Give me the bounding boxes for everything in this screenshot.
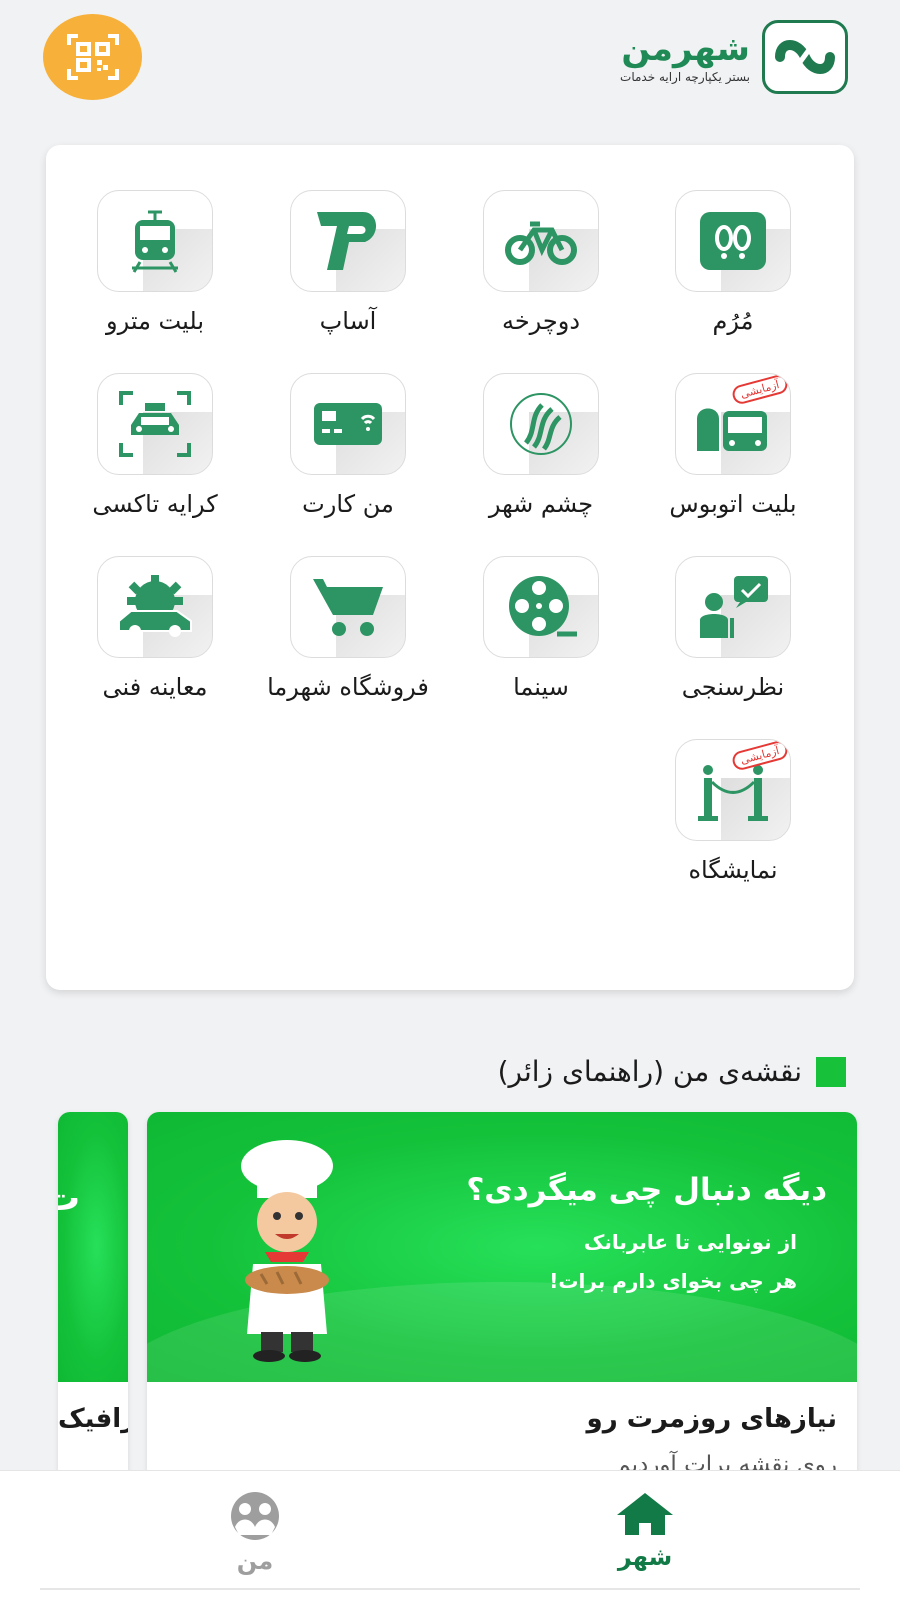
shopping-cart-icon (313, 579, 383, 636)
banner-line: از نونوایی تا عابربانک (583, 1230, 797, 1254)
logo-tagline: بستر یکپارچه ارایه خدمات (620, 70, 750, 84)
service-label: دوچرخه (501, 307, 581, 335)
service-shahrma-store[interactable]: فروشگاه شهرما (253, 556, 443, 716)
bus-icon (697, 408, 767, 451)
asap-logo-icon (317, 212, 377, 270)
logo-name: شهرمن (621, 29, 750, 69)
qr-scan-button[interactable] (43, 14, 142, 100)
service-tile: آزمایشی (675, 739, 791, 841)
map-section-header: نقشه‌ی من (راهنمای زائر) (498, 1055, 846, 1088)
service-tile (97, 190, 213, 292)
map-card-title: نیازهای روزمرت رو (586, 1404, 837, 1434)
map-card-traffic[interactable]: ت ترافیک (58, 1112, 128, 1492)
card-icon (314, 403, 382, 445)
app-logo: شهرمن بستر یکپارچه ارایه خدمات (620, 20, 848, 94)
app-header: شهرمن بستر یکپارچه ارایه خدمات (0, 0, 900, 130)
bottom-navigation: شهر من (0, 1470, 900, 1600)
service-label: مُرُم (712, 307, 754, 335)
service-tile: آزمایشی (675, 373, 791, 475)
service-tile (483, 190, 599, 292)
map-card-banner: دیگه دنبال چی میگردی؟ از نونوایی تا عابر… (147, 1112, 857, 1382)
service-tile (675, 190, 791, 292)
home-indicator (40, 1588, 860, 1590)
service-tile (483, 373, 599, 475)
service-man-card[interactable]: من کارت (253, 373, 443, 533)
home-icon (617, 1493, 673, 1535)
logo-mark-icon (762, 20, 848, 94)
map-card-banner: ت (58, 1112, 128, 1382)
footprints-icon (700, 212, 766, 270)
nav-label: من (236, 1547, 274, 1575)
service-tile (290, 373, 406, 475)
survey-icon (700, 576, 768, 638)
service-label: نظرسنجی (681, 673, 785, 701)
service-label: بلیت مترو (106, 307, 204, 335)
service-exhibition[interactable]: آزمایشی نمایشگاه (638, 739, 828, 899)
film-reel-icon (509, 576, 577, 637)
service-tile (290, 556, 406, 658)
service-label: من کارت (302, 490, 394, 518)
profile-icon (231, 1492, 279, 1540)
car-inspection-icon (118, 575, 192, 637)
services-grid: مُرُم دوچرخه آساپ بلیت مترو آزمایشی بلیت… (46, 145, 854, 990)
service-bicycle[interactable]: دوچرخه (446, 190, 636, 350)
bicycle-icon (505, 221, 577, 265)
banner-headline: دیگه دنبال چی میگردی؟ (466, 1172, 827, 1208)
service-label: معاینه فنی (102, 673, 208, 701)
qr-code-icon (66, 34, 119, 80)
banner-headline: ت (58, 1178, 81, 1219)
service-survey[interactable]: نظرسنجی (638, 556, 828, 716)
service-label: سینما (513, 673, 569, 701)
service-city-eye[interactable]: چشم شهر (446, 373, 636, 533)
chef-illustration (241, 1140, 333, 1362)
section-title: نقشه‌ی من (راهنمای زائر) (497, 1055, 802, 1088)
service-tile (97, 556, 213, 658)
service-label: چشم شهر (488, 490, 594, 518)
service-label: نمایشگاه (688, 856, 778, 884)
taxi-icon (119, 391, 191, 457)
nav-label: شهر (617, 1543, 673, 1571)
service-taxi-fare[interactable]: کرایه تاکسی (60, 373, 250, 533)
service-asap[interactable]: آساپ (253, 190, 443, 350)
service-morum[interactable]: مُرُم (638, 190, 828, 350)
metro-train-icon (132, 210, 178, 273)
service-cinema[interactable]: سینما (446, 556, 636, 716)
service-tile (675, 556, 791, 658)
section-marker (816, 1056, 846, 1087)
service-label: آساپ (319, 307, 377, 335)
city-eye-icon (510, 393, 572, 455)
service-bus-ticket[interactable]: آزمایشی بلیت اتوبوس (638, 373, 828, 533)
exhibition-icon (698, 765, 768, 821)
service-tile (483, 556, 599, 658)
service-tile (97, 373, 213, 475)
service-car-inspection[interactable]: معاینه فنی (60, 556, 250, 716)
nav-tab-city[interactable]: شهر (575, 1491, 715, 1571)
service-label: کرایه تاکسی (92, 490, 218, 518)
nav-tab-me[interactable]: من (185, 1491, 325, 1575)
service-tile (290, 190, 406, 292)
map-card-daily-needs[interactable]: دیگه دنبال چی میگردی؟ از نونوایی تا عابر… (147, 1112, 857, 1492)
service-metro[interactable]: بلیت مترو (60, 190, 250, 350)
map-card-title: ترافیک (58, 1404, 128, 1434)
banner-line: هر چی بخوای دارم برات! (549, 1269, 797, 1293)
service-label: فروشگاه شهرما (267, 673, 429, 701)
service-label: بلیت اتوبوس (669, 490, 797, 518)
